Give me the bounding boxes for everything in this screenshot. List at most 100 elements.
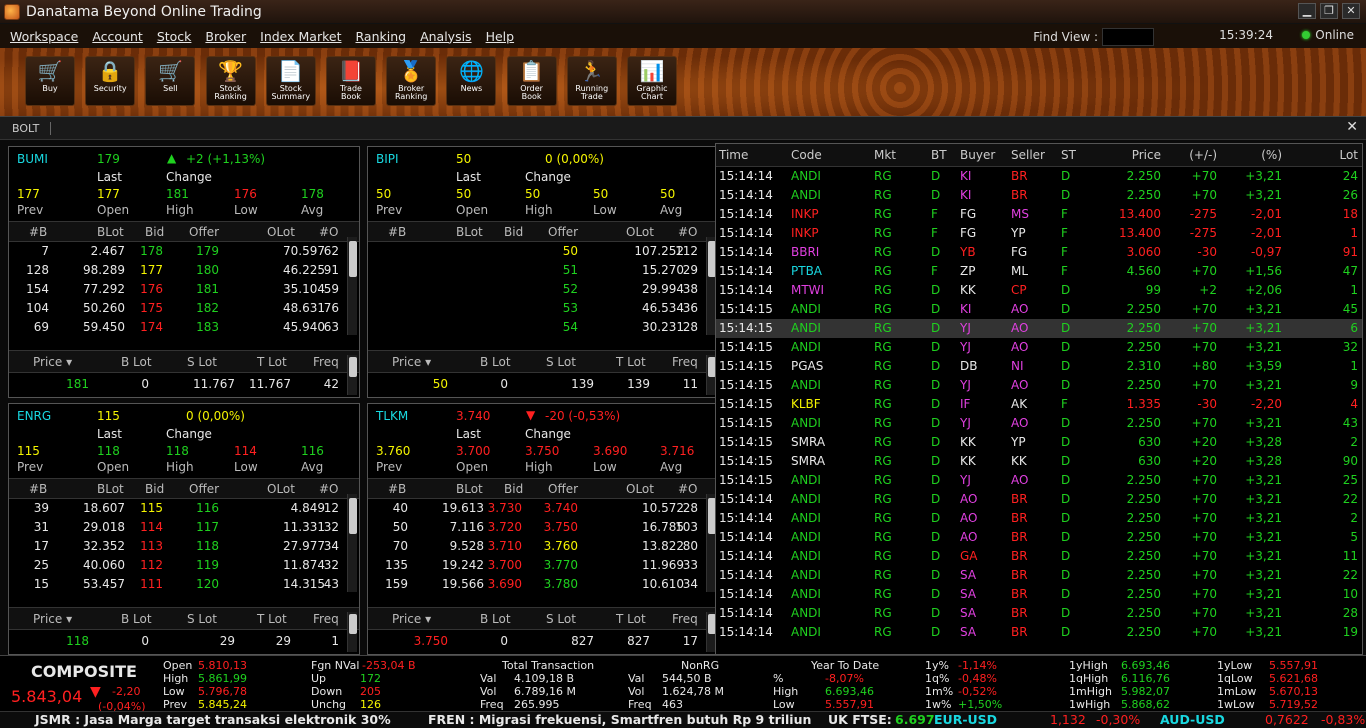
trade-row[interactable]: 15:14:14 INKP RG F FG MS F 13.400 -275 -2,01 18 [716, 205, 1362, 224]
trade-row[interactable]: 15:14:15 ANDI RG D YJ AO D 2.250 +70 +3,21 25 [716, 471, 1362, 490]
column-header[interactable]: Seller [1011, 148, 1045, 162]
toolbar-button[interactable]: 🛒 Sell [145, 56, 196, 106]
column-header[interactable]: Bid [145, 482, 164, 496]
column-header[interactable]: #O [678, 225, 698, 239]
find-view-input[interactable] [1102, 28, 1154, 46]
freq-header[interactable]: Freq [672, 355, 698, 369]
column-header[interactable]: Bid [504, 482, 523, 496]
order-book-row[interactable]: 135 19.242 3.700 3.770 11.969 33 [368, 556, 718, 575]
column-header[interactable]: Offer [548, 225, 578, 239]
column-header[interactable]: OLot [267, 482, 295, 496]
stock-code[interactable]: BUMI [17, 152, 48, 166]
column-header[interactable]: OLot [626, 225, 654, 239]
trade-row[interactable]: 15:14:14 ANDI RG D SA BR D 2.250 +70 +3,21 10 [716, 585, 1362, 604]
summary-scrollbar[interactable] [347, 612, 357, 652]
t-lot-header[interactable]: T Lot [257, 612, 287, 626]
trade-row[interactable]: 15:14:14 INKP RG F FG YP F 13.400 -275 -2,01 1 [716, 224, 1362, 243]
order-book-row[interactable]: 17 32.352 113 118 27.977 34 [9, 537, 359, 556]
price-dropdown[interactable]: Price ▾ [33, 355, 72, 369]
order-book-row[interactable]: 154 77.292 176 181 35.104 59 [9, 280, 359, 299]
s-lot-header[interactable]: S Lot [546, 355, 576, 369]
menu-index-market[interactable]: Index Market [260, 29, 341, 44]
order-book-row[interactable]: 25 40.060 112 119 11.874 32 [9, 556, 359, 575]
order-book-row[interactable]: 39 18.607 115 116 4.849 12 [9, 499, 359, 518]
summary-row[interactable]: 118 0 29 29 1 [9, 632, 359, 651]
column-header[interactable]: #B [388, 225, 406, 239]
menu-stock[interactable]: Stock [157, 29, 192, 44]
column-header[interactable]: Price [1132, 148, 1161, 162]
trade-row[interactable]: 15:14:15 ANDI RG D YJ AO D 2.250 +70 +3,21 32 [716, 338, 1362, 357]
tab-bolt[interactable]: BOLT [12, 122, 39, 135]
stock-code[interactable]: ENRG [17, 409, 51, 423]
order-book-row[interactable]: 128 98.289 177 180 46.225 91 [9, 261, 359, 280]
menu-workspace[interactable]: Workspace [10, 29, 78, 44]
column-header[interactable]: Mkt [874, 148, 896, 162]
menu-help[interactable]: Help [486, 29, 515, 44]
column-header[interactable]: BLot [97, 225, 124, 239]
toolbar-button[interactable]: 📋 Order Book [506, 56, 557, 106]
column-header[interactable]: Offer [189, 225, 219, 239]
menu-ranking[interactable]: Ranking [356, 29, 407, 44]
toolbar-button[interactable]: 🏃 Running Trade [566, 56, 617, 106]
trade-row[interactable]: 15:14:15 SMRA RG D KK YP D 630 +20 +3,28 2 [716, 433, 1362, 452]
price-dropdown[interactable]: Price ▾ [392, 355, 431, 369]
column-header[interactable]: BLot [97, 482, 124, 496]
toolbar-button[interactable]: 🏆 Stock Ranking [205, 56, 256, 106]
order-book-row[interactable]: 50 107.252 112 [368, 242, 718, 261]
menu-broker[interactable]: Broker [205, 29, 246, 44]
s-lot-header[interactable]: S Lot [187, 355, 217, 369]
toolbar-button[interactable]: 🏅 Broker Ranking [386, 56, 437, 106]
summary-row[interactable]: 50 0 139 139 11 [368, 375, 718, 394]
news-item[interactable]: FREN : Migrasi frekuensi, Smartfren butu… [428, 712, 811, 727]
column-header[interactable]: (+/-) [1189, 148, 1217, 162]
column-header[interactable]: Offer [548, 482, 578, 496]
column-header[interactable]: Time [719, 148, 748, 162]
order-book-row[interactable]: 7 2.467 178 179 70.597 62 [9, 242, 359, 261]
trade-row[interactable]: 15:14:14 ANDI RG D AO BR D 2.250 +70 +3,21 2 [716, 509, 1362, 528]
toolbar-button[interactable]: 📄 Stock Summary [265, 56, 316, 106]
column-header[interactable]: OLot [626, 482, 654, 496]
summary-row[interactable]: 181 0 11.767 11.767 42 [9, 375, 359, 394]
trade-row[interactable]: 15:14:14 ANDI RG D KI BR D 2.250 +70 +3,21 26 [716, 186, 1362, 205]
summary-scrollbar[interactable] [347, 355, 357, 395]
order-book-row[interactable]: 159 19.566 3.690 3.780 10.610 34 [368, 575, 718, 594]
scrollbar-thumb[interactable] [349, 241, 357, 277]
order-book-row[interactable]: 104 50.260 175 182 48.631 76 [9, 299, 359, 318]
order-book-row[interactable]: 70 9.528 3.710 3.760 13.822 80 [368, 537, 718, 556]
column-header[interactable]: ST [1061, 148, 1076, 162]
order-book-row[interactable]: 69 59.450 174 183 45.940 63 [9, 318, 359, 337]
menu-analysis[interactable]: Analysis [420, 29, 472, 44]
tab-close-icon[interactable]: ✕ [1346, 119, 1358, 135]
t-lot-header[interactable]: T Lot [616, 355, 646, 369]
column-header[interactable]: BLot [456, 225, 483, 239]
order-book-scrollbar[interactable] [347, 237, 357, 335]
column-header[interactable]: Lot [1339, 148, 1358, 162]
news-item[interactable]: JSMR : Jasa Marga target transaksi elekt… [35, 712, 391, 727]
t-lot-header[interactable]: T Lot [616, 612, 646, 626]
trade-row[interactable]: 15:14:14 MTWI RG D KK CP D 99 +2 +2,06 1 [716, 281, 1362, 300]
scrollbar-thumb[interactable] [349, 498, 357, 534]
trade-row[interactable]: 15:14:15 KLBF RG D IF AK F 1.335 -30 -2,20 4 [716, 395, 1362, 414]
order-book-scrollbar[interactable] [347, 494, 357, 592]
toolbar-button[interactable]: 🛒 Buy [25, 56, 75, 106]
order-book-row[interactable]: 51 15.270 29 [368, 261, 718, 280]
trade-row[interactable]: 15:14:14 ANDI RG D AO BR D 2.250 +70 +3,21 22 [716, 490, 1362, 509]
toolbar-button[interactable]: 📊 Graphic Chart [627, 56, 677, 106]
column-header[interactable]: Bid [145, 225, 164, 239]
trade-row[interactable]: 15:14:14 PTBA RG F ZP ML F 4.560 +70 +1,56 47 [716, 262, 1362, 281]
b-lot-header[interactable]: B Lot [480, 355, 511, 369]
menu-account[interactable]: Account [92, 29, 142, 44]
trade-row[interactable]: 15:14:14 ANDI RG D GA BR D 2.250 +70 +3,21 11 [716, 547, 1362, 566]
trade-row[interactable]: 15:14:14 BBRI RG D YB FG F 3.060 -30 -0,97 91 [716, 243, 1362, 262]
stock-code[interactable]: BIPI [376, 152, 399, 166]
trade-row[interactable]: 15:14:14 ANDI RG D SA BR D 2.250 +70 +3,21 19 [716, 623, 1362, 642]
order-book-row[interactable]: 54 30.231 28 [368, 318, 718, 337]
stock-code[interactable]: TLKM [376, 409, 408, 423]
trade-row[interactable]: 15:14:14 ANDI RG D SA BR D 2.250 +70 +3,21 22 [716, 566, 1362, 585]
price-dropdown[interactable]: Price ▾ [392, 612, 431, 626]
column-header[interactable]: (%) [1261, 148, 1282, 162]
order-book-row[interactable]: 31 29.018 114 117 11.331 32 [9, 518, 359, 537]
order-book-row[interactable]: 15 53.457 111 120 14.315 43 [9, 575, 359, 594]
b-lot-header[interactable]: B Lot [121, 612, 152, 626]
freq-header[interactable]: Freq [672, 612, 698, 626]
